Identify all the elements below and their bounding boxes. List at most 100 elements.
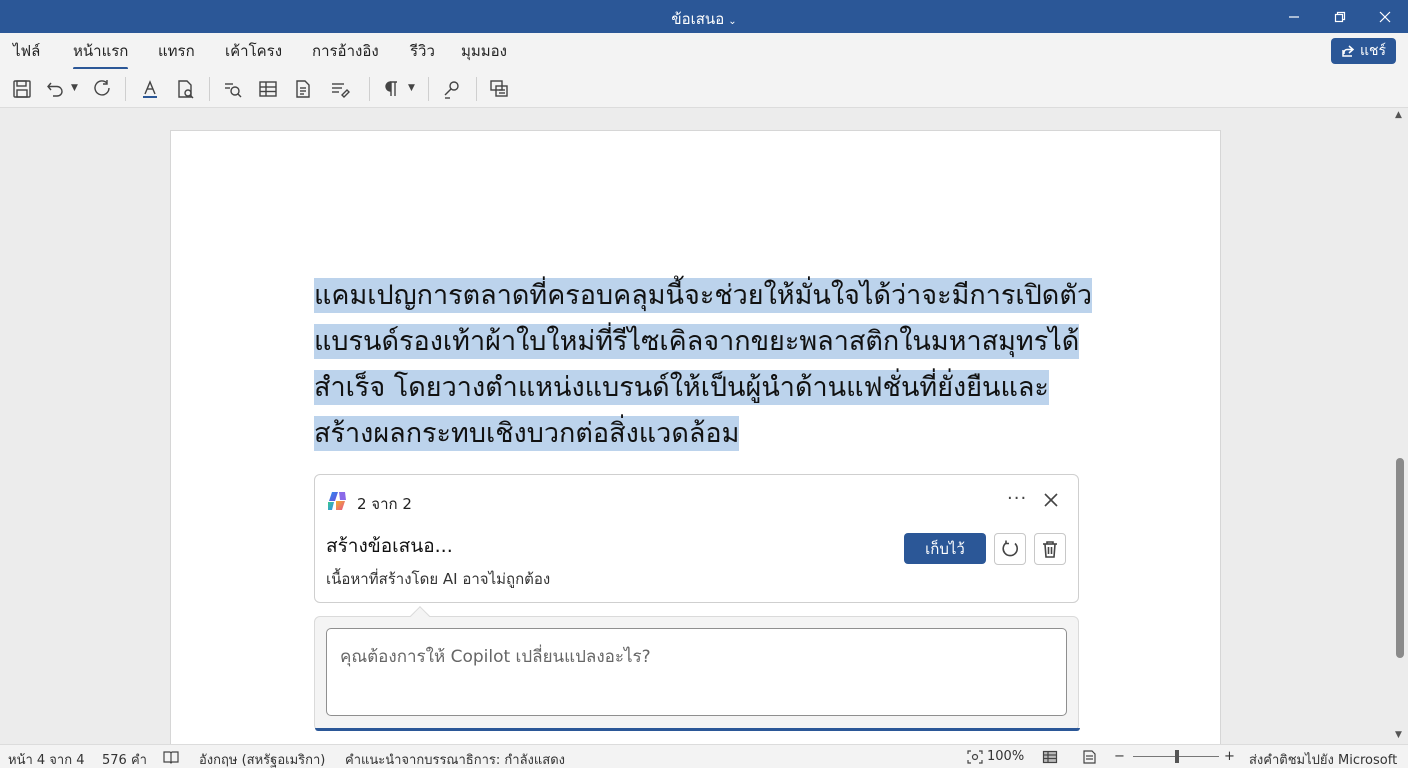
prompt-notch: [410, 606, 430, 626]
tab-view[interactable]: มุมมอง: [461, 39, 507, 63]
format-icon: [332, 83, 350, 98]
copilot-pane-button[interactable]: [487, 77, 511, 101]
trash-icon: [1043, 541, 1057, 558]
document-canvas: แคมเปญการตลาดที่ครอบคลุมนี้จะช่วยให้มั่น…: [0, 108, 1392, 744]
find-button[interactable]: [221, 77, 245, 101]
share-label: แชร์: [1359, 43, 1387, 59]
copilot-suggestion-card: 2 จาก 2 ··· สร้างข้อเสนอ... เนื้อหาที่สร…: [314, 474, 1079, 603]
book-icon: [163, 750, 179, 764]
document-icon: [296, 80, 310, 98]
save-button[interactable]: [10, 77, 34, 101]
tab-label: มุมมอง: [461, 42, 507, 60]
close-window-button[interactable]: [1362, 0, 1408, 33]
scrollbar-thumb[interactable]: [1396, 458, 1404, 658]
print-layout-icon: [1042, 750, 1058, 763]
close-icon: [1044, 493, 1058, 507]
undo-dropdown-chevron-icon[interactable]: ▼: [71, 83, 78, 93]
minimize-button[interactable]: [1271, 0, 1317, 33]
paragraph-text: แคมเปญการตลาดที่ครอบคลุมนี้จะช่วยให้มั่น…: [314, 278, 1093, 451]
page-count[interactable]: หน้า 4 จาก 4: [8, 749, 84, 768]
toolbar-divider: [476, 77, 477, 101]
ribbon-tabs: ไฟล์ หน้าแรก แทรก เค้าโครง การอ้างอิง รี…: [0, 33, 1408, 70]
scroll-down-icon[interactable]: ▼: [1395, 730, 1402, 740]
regenerate-button[interactable]: [994, 533, 1026, 565]
tab-label: เค้าโครง: [225, 42, 283, 60]
copilot-prompt-input[interactable]: [326, 628, 1067, 716]
tab-review[interactable]: รีวิว: [410, 39, 435, 63]
more-options-icon[interactable]: ···: [1007, 488, 1027, 509]
tab-label: รีวิว: [410, 42, 435, 60]
find-icon: [225, 83, 242, 98]
table-icon: [259, 81, 277, 97]
language-status[interactable]: อังกฤษ (สหรัฐอเมริกา): [199, 749, 325, 768]
redo-button[interactable]: [90, 77, 114, 101]
format-button[interactable]: [328, 77, 352, 101]
document-button[interactable]: [291, 77, 315, 101]
share-icon: [1342, 45, 1355, 57]
paragraph-dropdown-chevron-icon[interactable]: ▼: [408, 83, 415, 93]
editor-button[interactable]: [440, 77, 464, 101]
card-heading: สร้างข้อเสนอ...: [326, 535, 453, 557]
copilot-logo-icon: [328, 492, 346, 510]
save-icon: [13, 80, 31, 98]
font-color-icon: [143, 80, 157, 98]
prompt-focus-bar: [315, 728, 1080, 731]
tab-layout[interactable]: เค้าโครง: [225, 39, 282, 63]
tab-label: แทรก: [158, 42, 195, 60]
toolbar-divider: [369, 77, 370, 101]
proofing-icon[interactable]: [163, 749, 179, 764]
keep-button[interactable]: เก็บไว้: [904, 533, 986, 564]
undo-icon: [47, 82, 63, 97]
toolbar-divider: [125, 77, 126, 101]
zoom-percent[interactable]: 100%: [987, 749, 1024, 764]
toolbar-divider: [209, 77, 210, 101]
tab-label: ไฟล์: [13, 42, 41, 60]
editor-suggestions-status[interactable]: คำแนะนำจากบรรณาธิการ: กำลังแสดง: [345, 749, 565, 768]
keep-label: เก็บไว้: [925, 539, 965, 558]
selected-paragraph[interactable]: แคมเปญการตลาดที่ครอบคลุมนี้จะช่วยให้มั่น…: [314, 273, 1094, 457]
chevron-down-icon: ⌄: [728, 16, 737, 27]
scroll-up-icon[interactable]: ▲: [1395, 110, 1402, 120]
document-check-icon: [178, 80, 194, 99]
focus-mode-icon: [967, 749, 983, 764]
restore-button[interactable]: [1317, 0, 1363, 33]
minimize-icon: [1289, 15, 1299, 18]
tab-insert[interactable]: แทรก: [158, 39, 195, 63]
share-button[interactable]: แชร์: [1331, 38, 1396, 64]
close-icon: [1379, 11, 1391, 22]
title-bar: ข้อเสนอ ⌄: [0, 0, 1408, 33]
close-card-button[interactable]: [1044, 492, 1058, 511]
tab-references[interactable]: การอ้างอิง: [312, 39, 379, 63]
status-bar: หน้า 4 จาก 4 576 คำ อังกฤษ (สหรัฐอเมริกา…: [0, 744, 1408, 768]
discard-button[interactable]: [1034, 533, 1066, 565]
word-count[interactable]: 576 คำ: [102, 749, 147, 768]
tab-label: หน้าแรก: [73, 42, 129, 60]
document-title[interactable]: ข้อเสนอ ⌄: [0, 7, 1408, 31]
print-layout-button[interactable]: [1042, 749, 1058, 764]
focus-icon[interactable]: [967, 749, 983, 764]
tab-home[interactable]: หน้าแรก: [73, 39, 129, 70]
zoom-out-button[interactable]: −: [1114, 749, 1125, 764]
font-color-button[interactable]: [138, 77, 162, 101]
table-button[interactable]: [256, 77, 280, 101]
tab-file[interactable]: ไฟล์: [13, 39, 40, 63]
undo-button[interactable]: [43, 77, 67, 101]
quick-toolbar: ▼ ▼: [0, 69, 1408, 108]
ai-disclaimer: เนื้อหาที่สร้างโดย AI อาจไม่ถูกต้อง: [326, 570, 551, 588]
document-check-button[interactable]: [173, 77, 197, 101]
vertical-scrollbar[interactable]: ▲ ▼: [1392, 108, 1408, 744]
web-layout-icon: [1083, 749, 1096, 764]
toolbar-divider: [428, 77, 429, 101]
copilot-prompt-panel: [314, 606, 1080, 731]
feedback-link[interactable]: ส่งคำติชมไปยัง Microsoft: [1249, 749, 1397, 768]
pen-icon: [444, 81, 459, 99]
copilot-pane-icon: [490, 80, 508, 97]
zoom-in-button[interactable]: +: [1224, 749, 1235, 764]
zoom-slider-thumb[interactable]: [1175, 750, 1179, 763]
redo-icon: [94, 80, 110, 96]
document-page: แคมเปญการตลาดที่ครอบคลุมนี้จะช่วยให้มั่น…: [170, 130, 1221, 744]
web-layout-button[interactable]: [1082, 749, 1098, 764]
refresh-icon: [1002, 540, 1018, 557]
paragraph-mark-button[interactable]: [380, 77, 404, 101]
suggestion-counter: 2 จาก 2: [357, 495, 412, 513]
